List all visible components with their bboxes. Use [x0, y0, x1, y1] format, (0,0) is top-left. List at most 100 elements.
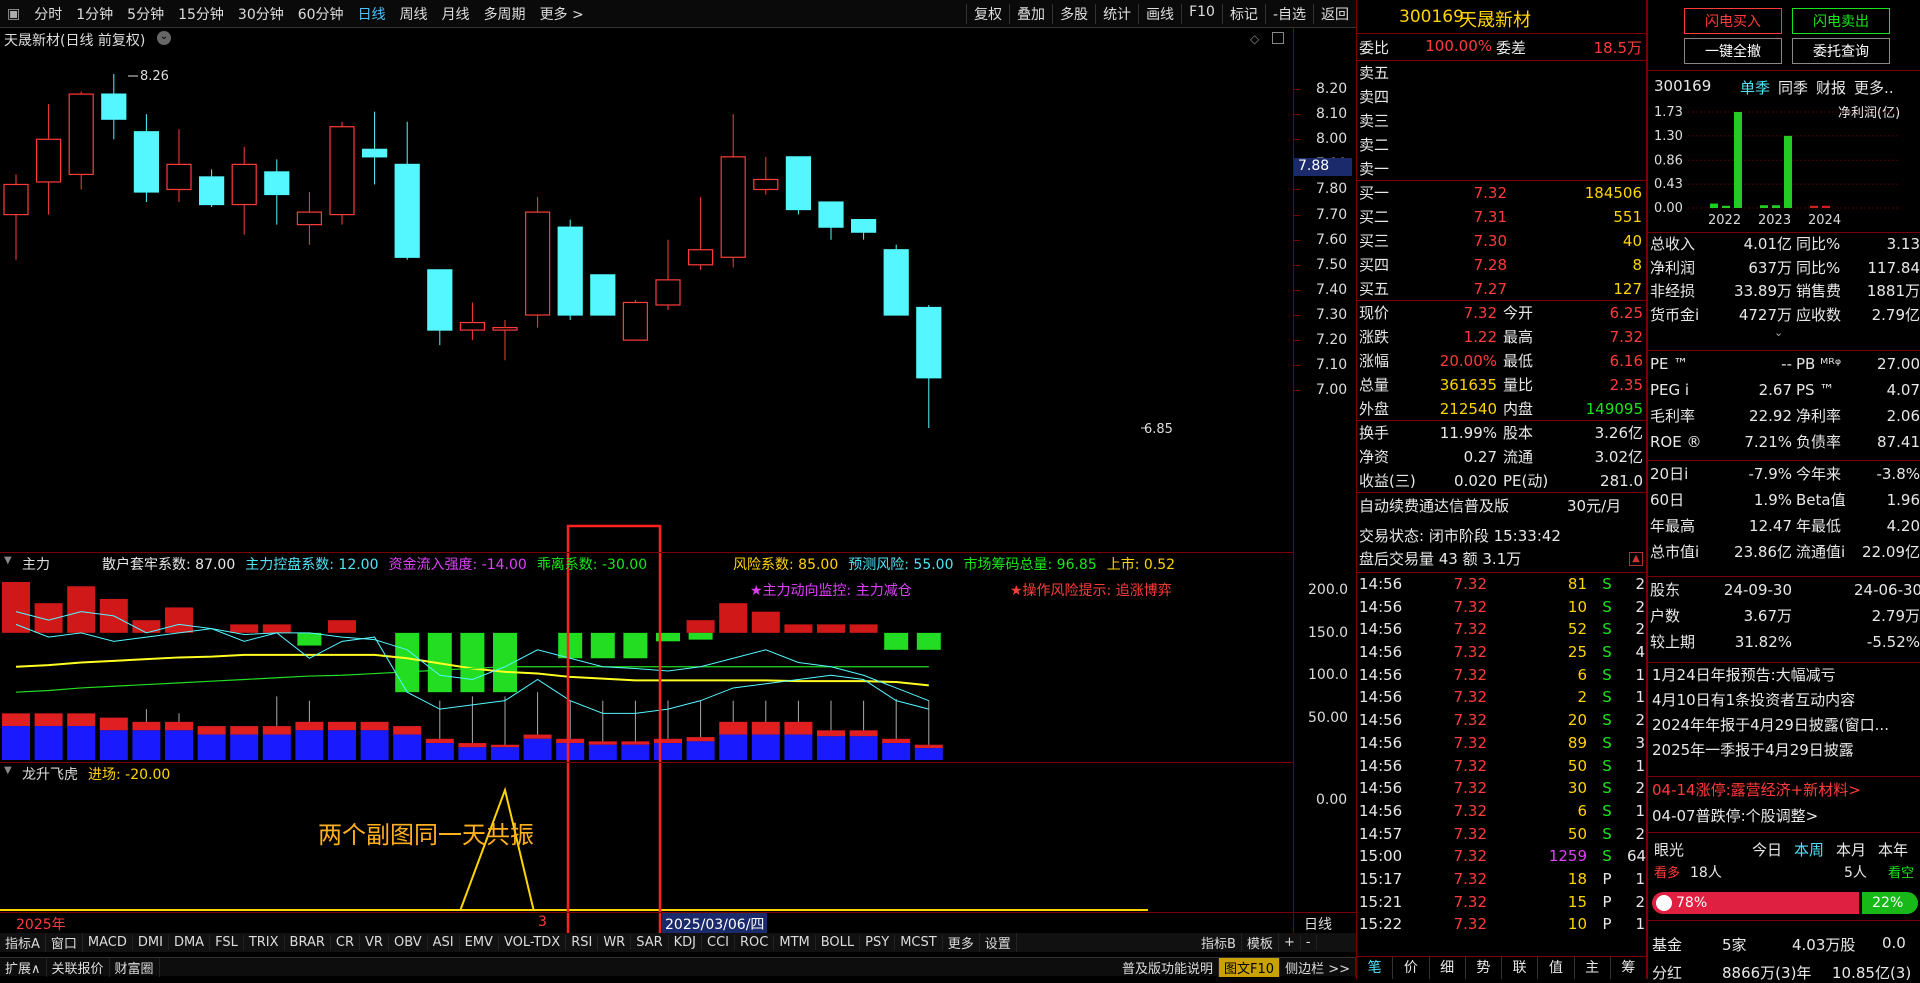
indicator-tab[interactable]: DMA	[169, 935, 211, 950]
indicator-tab[interactable]: MCST	[895, 935, 943, 950]
quote-tab[interactable]: 势	[1466, 957, 1502, 979]
status-item[interactable]: 关联报价	[47, 957, 110, 977]
period-tab[interactable]: 月线	[435, 4, 477, 24]
flash-sell-button[interactable]: 闪电卖出	[1792, 8, 1890, 34]
status-item[interactable]: 普及版功能说明	[1117, 957, 1220, 977]
status-item[interactable]: 扩展∧	[0, 957, 47, 977]
news-item[interactable]: 04-14涨停:露营经济+新材料>	[1648, 777, 1920, 803]
period-tab[interactable]: 1分钟	[69, 4, 120, 24]
indicator-tab[interactable]: CCI	[702, 935, 736, 950]
indicator-tab[interactable]: 更多	[943, 933, 980, 952]
indicator-tab[interactable]: EMV	[460, 935, 499, 950]
period-tab[interactable]: 5分钟	[120, 4, 171, 24]
indicator-tab-right[interactable]: 模板	[1242, 933, 1279, 952]
period-tab[interactable]: 30分钟	[231, 4, 291, 24]
quote-tab[interactable]: 主	[1575, 957, 1611, 979]
toolbar-button[interactable]: 标记	[1221, 3, 1265, 24]
period-label[interactable]: 日线	[1304, 914, 1332, 934]
quote-tab[interactable]: 筹	[1611, 957, 1647, 979]
news-item[interactable]: 2025年一季报于4月29日披露	[1648, 738, 1920, 763]
candle-body	[264, 171, 290, 196]
indicator-tab[interactable]: MTM	[774, 935, 816, 950]
eye-tab[interactable]: 本年	[1878, 839, 1908, 860]
period-tab[interactable]: 更多 >	[533, 4, 591, 24]
toolbar-button[interactable]: 多股	[1052, 3, 1095, 24]
toolbar-button[interactable]: 叠加	[1009, 3, 1052, 24]
period-tab[interactable]: 60分钟	[291, 4, 351, 24]
fin-value: 117.84	[1867, 258, 1920, 277]
indicator-tab[interactable]: 指标A	[0, 933, 46, 952]
news-item[interactable]: 04-07普跌停:个股调整>	[1648, 803, 1920, 829]
eye-tab[interactable]: 本周	[1794, 839, 1824, 860]
indicator-tab[interactable]: CR	[331, 935, 361, 950]
period-tab[interactable]: 多周期	[477, 4, 533, 24]
indicator-tab[interactable]: ASI	[428, 935, 460, 950]
toolbar-button[interactable]: 返回	[1313, 3, 1356, 24]
indicator1-name[interactable]: 主力	[22, 554, 50, 574]
expand-icon[interactable]: ▲	[1629, 552, 1643, 566]
indicator-tab[interactable]: MACD	[83, 935, 133, 950]
toolbar-button[interactable]: -自选	[1264, 3, 1313, 24]
ad-text[interactable]: 自动续费通达信普及版	[1359, 495, 1509, 516]
eye-tab[interactable]: 今日	[1752, 839, 1782, 860]
fin-row: 总收入 4.01亿 同比% 3.13	[1648, 233, 1920, 257]
fin-menu-item[interactable]: 同季	[1778, 77, 1808, 98]
flash-buy-button[interactable]: 闪电买入	[1684, 8, 1782, 34]
indicator-tab[interactable]: FSL	[210, 935, 244, 950]
chevron-down-icon[interactable]: ▼	[4, 555, 12, 566]
period-tab[interactable]: 日线	[351, 4, 393, 24]
quote-tab[interactable]: 价	[1393, 957, 1430, 979]
toolbar-button[interactable]: F10	[1181, 3, 1222, 24]
indicator-tab[interactable]: 窗口	[46, 933, 83, 952]
period-tab[interactable]: 分时	[27, 4, 69, 24]
period-tab[interactable]: 15分钟	[171, 4, 231, 24]
indicator-tab[interactable]: ROC	[735, 935, 775, 950]
indicator-tab-right[interactable]: -	[1301, 935, 1317, 950]
fin-menu-item[interactable]: 财报	[1816, 77, 1846, 98]
indicator-tab[interactable]: VOL-TDX	[499, 935, 567, 950]
quote-tab[interactable]: 笔	[1357, 957, 1394, 979]
indicator-tab[interactable]: VR	[360, 935, 389, 950]
chevron-down-icon[interactable]: ⌄	[1774, 326, 1783, 339]
quote-tab[interactable]: 联	[1502, 957, 1539, 979]
toolbar-button[interactable]: 复权	[966, 3, 1009, 24]
indicator-tab[interactable]: SAR	[631, 935, 669, 950]
indicator-tab-right[interactable]: 指标B	[1196, 933, 1242, 952]
indicator-tab[interactable]: DMI	[133, 935, 169, 950]
fin-menu-item[interactable]: 单季	[1740, 77, 1770, 98]
menu-icon[interactable]: ▣	[0, 6, 27, 22]
eye-tab[interactable]: 本月	[1836, 839, 1866, 860]
quote-tab[interactable]: 值	[1538, 957, 1575, 979]
ad-price[interactable]: 30元/月	[1567, 495, 1621, 516]
indicator-tab[interactable]: PSY	[860, 935, 896, 950]
status-item[interactable]: 侧边栏 >>	[1280, 957, 1356, 977]
period-tab[interactable]: 周线	[393, 4, 435, 24]
status-item[interactable]: 图文F10	[1219, 957, 1281, 977]
news-item[interactable]: 2024年年报于4月29日披露(窗口...	[1648, 713, 1920, 738]
tick-price: 7.32	[1453, 869, 1487, 888]
status-item[interactable]: 财富圈	[110, 957, 160, 977]
fin-menu-item[interactable]: 更多..	[1854, 77, 1894, 98]
order-query-button[interactable]: 委托查询	[1792, 38, 1890, 64]
buy-volume: 8	[1632, 256, 1642, 274]
indicator-tab-right[interactable]: +	[1279, 935, 1301, 950]
indicator-tab[interactable]: BRAR	[285, 935, 331, 950]
indicator-tab[interactable]: WR	[598, 935, 632, 950]
quote-tab[interactable]: 细	[1430, 957, 1466, 979]
indicator-tab[interactable]: OBV	[389, 935, 428, 950]
chevron-down-icon[interactable]: ▼	[4, 765, 12, 776]
indicator-tab[interactable]: 设置	[980, 933, 1017, 952]
toolbar-button[interactable]: 统计	[1095, 3, 1138, 24]
holding-bar	[588, 744, 617, 760]
indicator-tab[interactable]: TRIX	[244, 935, 285, 950]
indicator-tab[interactable]: RSI	[566, 935, 599, 950]
news-item[interactable]: 1月24日年报预告:大幅减亏	[1648, 663, 1920, 688]
cancel-all-button[interactable]: 一键全撤	[1684, 38, 1782, 64]
indicator-tab[interactable]: BOLL	[816, 935, 861, 950]
indicator-tab[interactable]: KDJ	[669, 935, 703, 950]
indicator2-name[interactable]: 龙升飞虎	[22, 764, 78, 784]
green-bar	[688, 632, 713, 640]
news-item[interactable]: 4月10日有1条投资者互动内容	[1648, 688, 1920, 713]
toolbar-button[interactable]: 画线	[1138, 3, 1181, 24]
risk-bar	[67, 586, 96, 633]
